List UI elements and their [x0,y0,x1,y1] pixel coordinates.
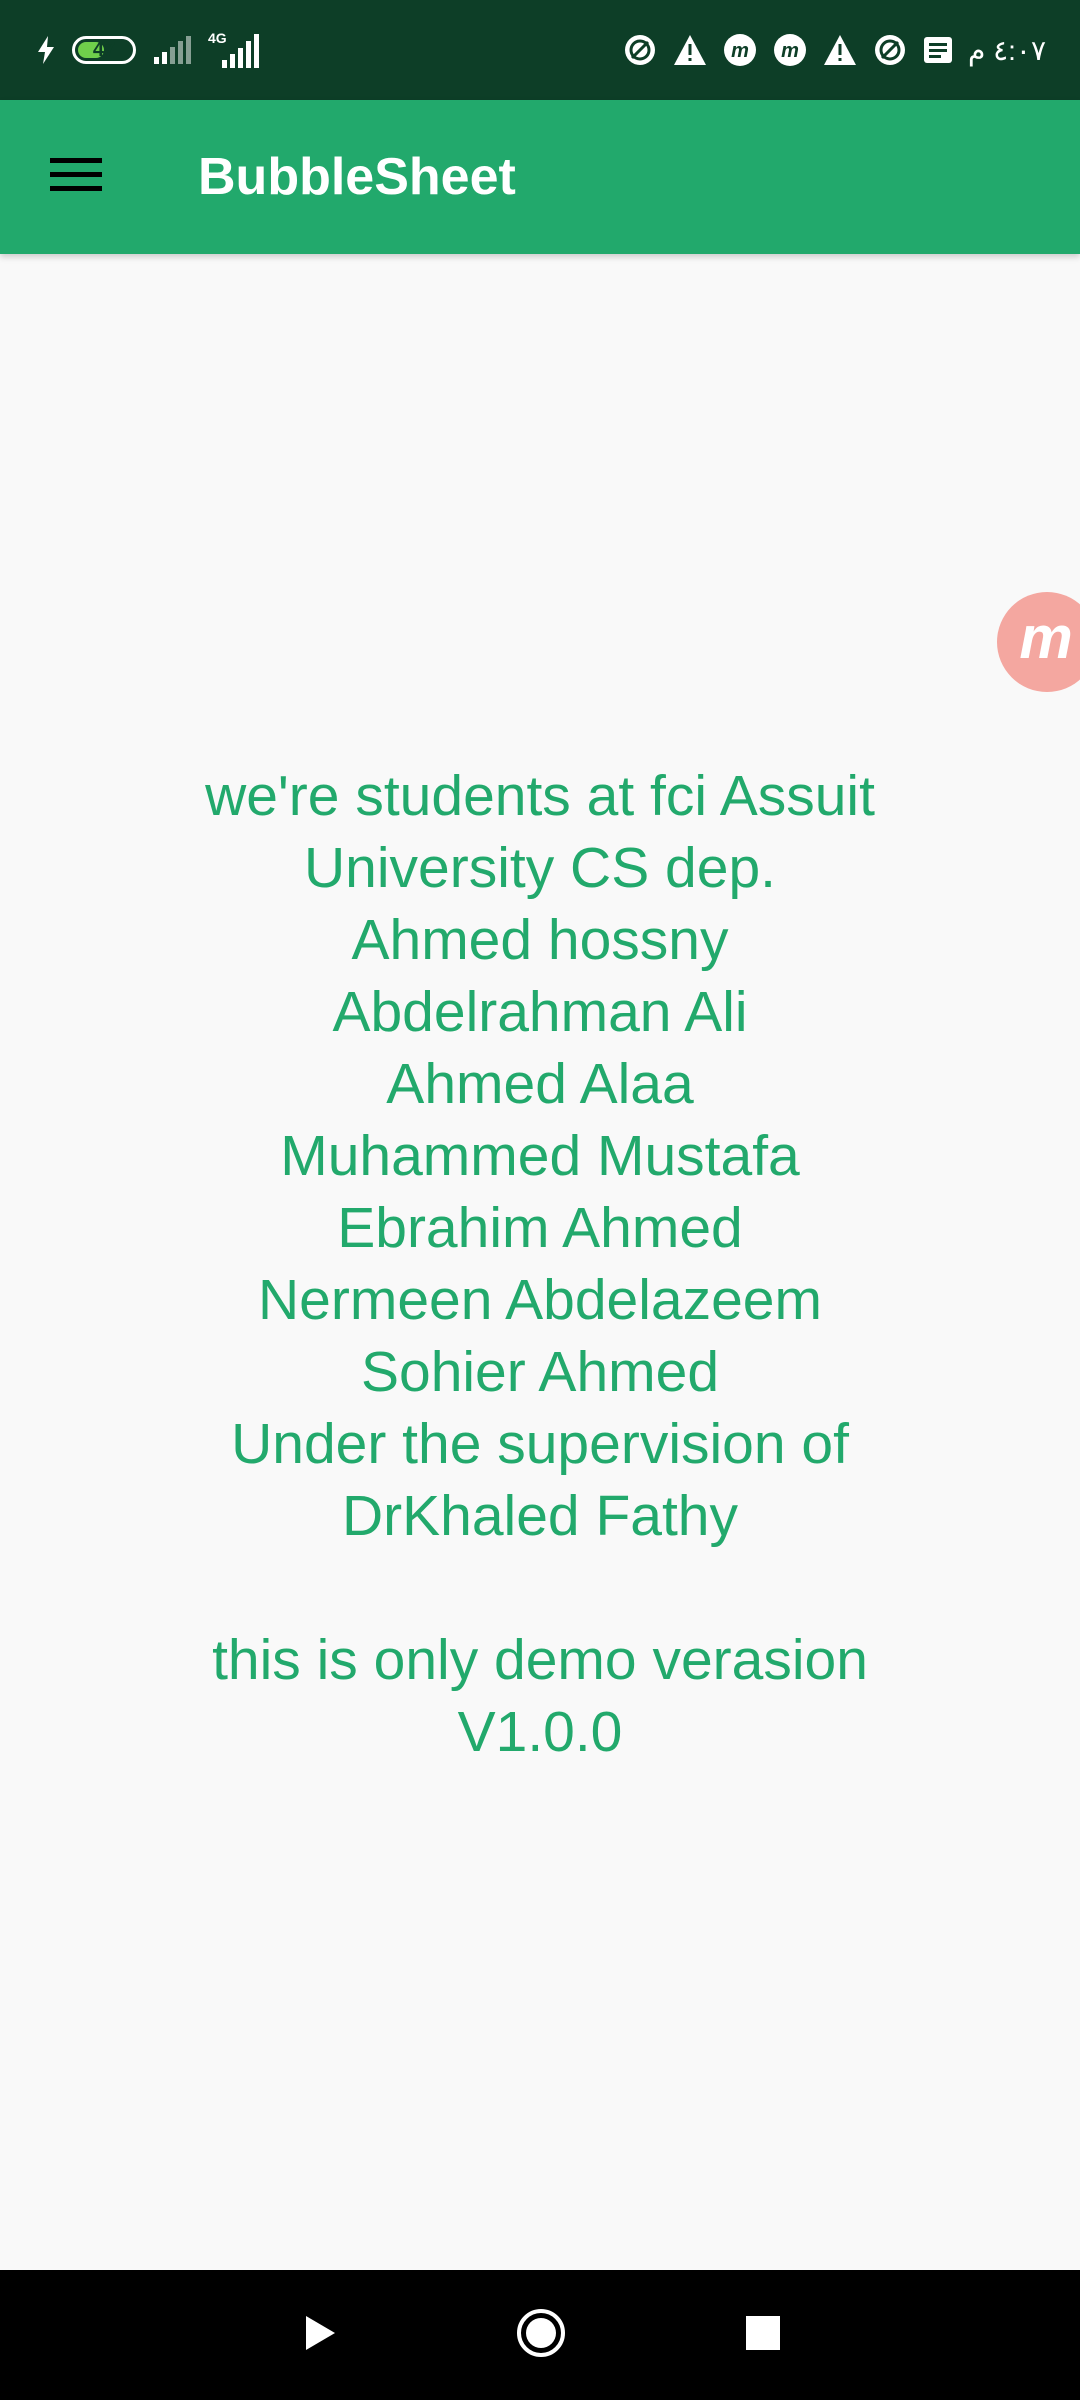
signal-icon [152,35,192,65]
charging-icon [36,35,56,65]
sync-icon [872,32,908,68]
svg-text:m: m [1019,610,1072,670]
about-line: we're students at fci Assuit [205,764,875,828]
navigation-bar [0,2270,1080,2400]
supervisor-name: DrKhaled Fathy [341,1484,739,1548]
network-type: 4G [208,30,227,46]
hamburger-menu-icon [49,155,103,200]
team-member-name: Ahmed hossny [351,908,729,972]
back-button[interactable] [260,2270,380,2400]
warning-icon [672,33,708,67]
battery-icon: 47 [72,36,136,64]
team-member-name: Ebrahim Ahmed [337,1196,743,1260]
recents-button[interactable] [703,2270,823,2400]
svg-text:m: m [781,40,799,62]
app-m-icon: m [722,32,758,68]
home-button[interactable] [481,2270,601,2400]
back-icon [302,2313,338,2358]
battery-level: 47 [92,39,116,61]
team-member-name: Sohier Ahmed [360,1340,720,1404]
status-bar-left: 47 4G [36,0,264,100]
app-m-icon: m [772,32,808,68]
demo-notice: this is only demo verasion [212,1628,868,1692]
supervision-label: Under the supervision of [231,1412,849,1476]
team-member-name: Ahmed Alaa [386,1052,694,1116]
floating-bubble[interactable]: m [997,592,1080,692]
status-bar-right: m m ٤:٠٧ م [622,0,1046,100]
app-title: BubbleSheet [198,148,516,206]
warning-icon [822,33,858,67]
home-icon [516,2308,566,2363]
menu-button[interactable] [28,135,124,219]
clock: ٤:٠٧ م [967,34,1046,66]
team-member-name: Nermeen Abdelazeem [258,1268,822,1332]
svg-text:m: m [731,40,749,62]
recents-icon [745,2315,781,2356]
message-icon [922,35,954,65]
app-bar: BubbleSheet [0,100,1080,254]
version-label: V1.0.0 [457,1700,623,1764]
team-member-name: Abdelrahman Ali [332,980,748,1044]
signal-4g-icon: 4G [208,30,264,70]
sync-icon [622,32,658,68]
app-m-icon: m [1012,604,1080,675]
about-line: University CS dep. [303,836,776,900]
team-member-name: Muhammed Mustafa [280,1124,800,1188]
status-bar: 47 4G m m ٤:٠٧ م [0,0,1080,100]
about-text: we're students at fci Assuit University … [0,760,1080,1768]
